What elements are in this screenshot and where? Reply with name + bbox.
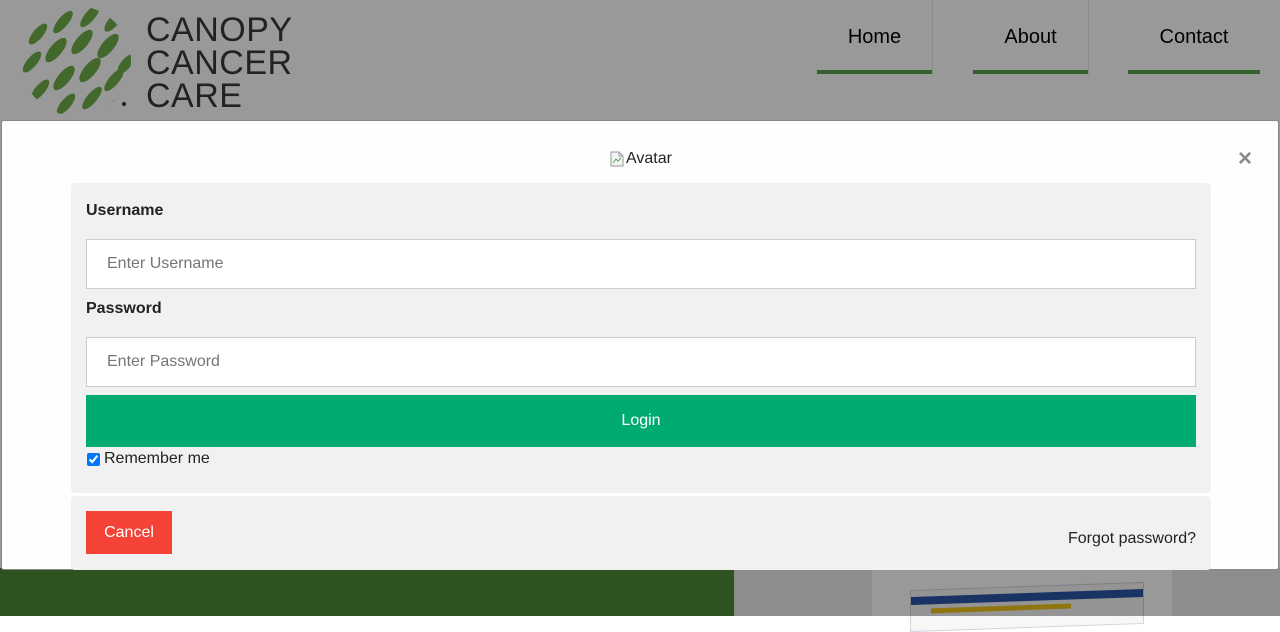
remember-checkbox[interactable] (87, 452, 100, 466)
close-icon[interactable]: × (1238, 147, 1252, 171)
password-label: Password (86, 300, 162, 317)
remember-label: Remember me (104, 450, 210, 467)
login-modal: Avatar × Username Password Login Remembe… (1, 120, 1279, 570)
broken-image-icon (610, 151, 624, 167)
cancel-button[interactable]: Cancel (86, 511, 172, 554)
avatar-alt-text: Avatar (626, 150, 672, 167)
login-form: Username Password Login Remember me (71, 183, 1211, 493)
forgot-password-link[interactable]: Forgot password? (1068, 530, 1196, 548)
username-input[interactable] (86, 239, 1196, 289)
username-label: Username (86, 202, 164, 219)
password-input[interactable] (86, 337, 1196, 387)
avatar-image: Avatar (610, 148, 672, 170)
modal-footer: Cancel Forgot password? (71, 496, 1211, 570)
login-button[interactable]: Login (86, 395, 1196, 447)
remember-me: Remember me (86, 450, 210, 468)
